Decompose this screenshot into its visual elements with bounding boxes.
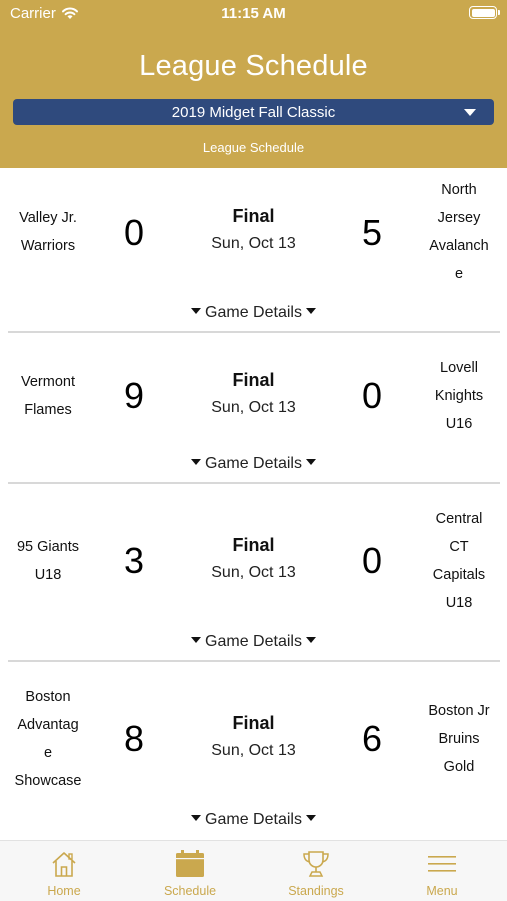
chevron-down-icon (464, 109, 476, 116)
clock: 11:15 AM (221, 5, 286, 22)
game-date: Sun, Oct 13 (211, 564, 296, 581)
game-status-final: Final (232, 206, 275, 226)
caret-down-icon (191, 814, 202, 821)
away-team-name: Central CT Capitals U18 (432, 511, 486, 611)
page-title: League Schedule (139, 50, 368, 82)
game-details-toggle[interactable]: Game Details (0, 811, 507, 829)
away-team-name: Boston Jr Bruins Gold (428, 703, 490, 775)
game-row: Vermont Flames 9 Final Sun, Oct 13 0 Love… (0, 333, 507, 483)
tab-home[interactable]: Home (1, 841, 127, 901)
game-status-final: Final (232, 535, 275, 555)
page-subtitle: League Schedule (202, 140, 305, 155)
caret-down-icon (191, 636, 202, 643)
battery-icon (469, 6, 500, 19)
caret-down-icon (191, 458, 202, 465)
game-date: Sun, Oct 13 (211, 399, 296, 416)
home-score: 3 (123, 540, 145, 581)
home-score: 9 (123, 375, 145, 416)
tab-home-label: Home (47, 884, 81, 898)
game-status: Final Sun, Oct 13 (183, 713, 324, 760)
tab-bar: Home Schedule Standings Menu (0, 840, 507, 901)
tab-standings-label: Standings (288, 884, 344, 898)
game-row: Boston Advantag e Showcase 8 Final Sun, Oc… (0, 662, 507, 840)
game-status-final: Final (232, 713, 275, 733)
menu-icon (428, 856, 456, 872)
home-icon (52, 852, 76, 877)
away-score: 0 (361, 375, 383, 416)
away-team-name: Lovell Knights U16 (434, 360, 484, 432)
game-status: Final Sun, Oct 13 (183, 206, 324, 253)
caret-down-icon (305, 307, 316, 314)
game-row: Valley Jr. Warriors 0 Final Sun, Oct 13 5… (0, 168, 507, 332)
away-score: 6 (361, 718, 383, 759)
game-date: Sun, Oct 13 (211, 235, 296, 252)
game-status-final: Final (232, 370, 275, 390)
caret-down-icon (305, 636, 316, 643)
game-date: Sun, Oct 13 (211, 742, 296, 759)
game-status: Final Sun, Oct 13 (183, 535, 324, 582)
home-team-name: Valley Jr. Warriors (19, 210, 77, 254)
home-team-name: 95 Giants U18 (16, 539, 80, 583)
season-dropdown-value: 2019 Midget Fall Classic (171, 104, 336, 121)
game-row: 95 Giants U18 3 Final Sun, Oct 13 0 Centr… (0, 484, 507, 661)
tab-menu[interactable]: Menu (379, 841, 505, 901)
away-score: 0 (361, 540, 383, 581)
game-details-toggle[interactable]: Game Details (0, 455, 507, 473)
trophy-icon (303, 851, 329, 877)
game-details-toggle[interactable]: Game Details (0, 633, 507, 651)
home-team-name: Boston Advantag e Showcase (14, 689, 82, 789)
away-team-name: North Jersey Avalanch e (429, 182, 489, 282)
status-bar: Carrier 11:15 AM (0, 0, 507, 28)
away-score: 5 (361, 212, 383, 253)
game-details-toggle[interactable]: Game Details (0, 304, 507, 322)
calendar-icon (176, 850, 204, 877)
season-dropdown[interactable]: 2019 Midget Fall Classic (13, 99, 494, 125)
home-score: 0 (123, 212, 145, 253)
tab-schedule[interactable]: Schedule (127, 841, 253, 901)
tab-schedule-label: Schedule (163, 884, 217, 898)
game-status: Final Sun, Oct 13 (183, 370, 324, 417)
caret-down-icon (191, 307, 202, 314)
home-team-name: Vermont Flames (21, 374, 75, 418)
tab-menu-label: Menu (426, 884, 458, 898)
app-header: Carrier 11:15 AM League Schedule 2019 Mi… (0, 0, 507, 168)
tab-standings[interactable]: Standings (253, 841, 379, 901)
caret-down-icon (305, 814, 316, 821)
home-score: 8 (123, 718, 145, 759)
caret-down-icon (305, 458, 316, 465)
